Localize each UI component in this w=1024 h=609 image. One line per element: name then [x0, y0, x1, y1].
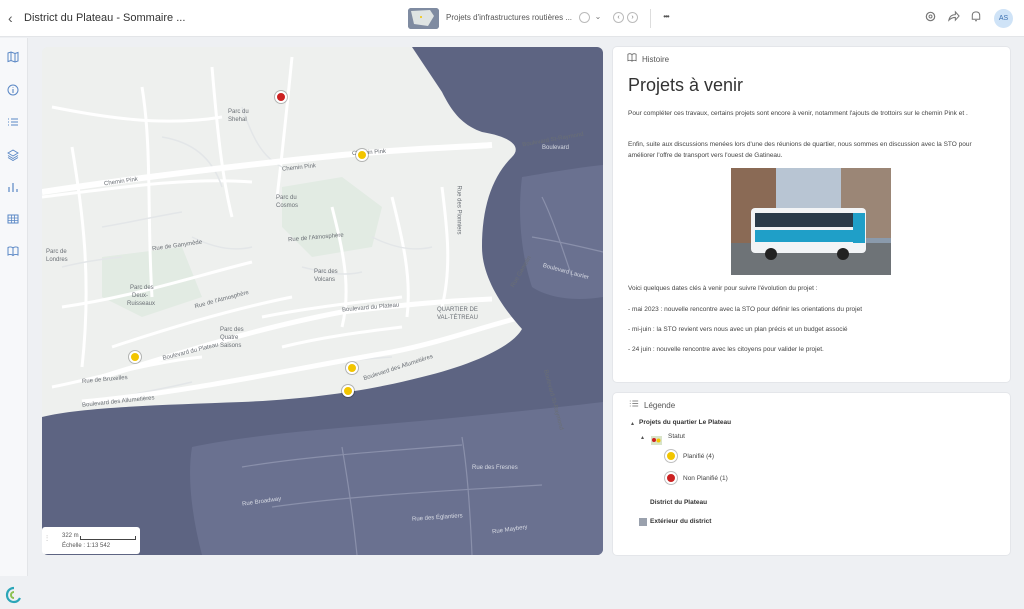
story-panel: Histoire Projets à venir Pour compléter …	[613, 47, 1010, 382]
collapse-caret-icon[interactable]: ▴	[631, 420, 634, 427]
story-paragraph: Pour compléter ces travaux, certains pro…	[628, 110, 968, 117]
legend-planifie-label: Planifié (4)	[683, 453, 715, 460]
statut-symbol-icon	[651, 432, 662, 445]
map-marker-planifie[interactable]	[356, 149, 368, 161]
top-bar: ‹ District du Plateau - Sommaire ... Pro…	[0, 0, 1024, 37]
list-icon[interactable]	[7, 115, 21, 129]
map-marker-planifie[interactable]	[129, 351, 141, 363]
legend-layer-label: Projets du quartier Le Plateau	[639, 419, 732, 426]
story-title: Projets d'infrastructures routières ...	[446, 13, 573, 22]
book-icon	[627, 53, 638, 64]
legend-non-planifie-label: Non Planifié (1)	[683, 475, 728, 482]
legend-header-label: Légende	[644, 401, 676, 410]
legend-list-icon	[629, 399, 640, 410]
scale-ratio: Échelle : 1:13 542	[62, 543, 111, 549]
story-book-icon[interactable]	[7, 244, 21, 258]
story-paragraph: Voici quelques dates clés à venir pour s…	[628, 285, 818, 292]
legend-statut-label: Statut	[668, 433, 685, 440]
story-thumbnail-image	[408, 8, 439, 29]
more-options-icon[interactable]: •••	[659, 10, 673, 24]
info-icon[interactable]	[7, 83, 21, 97]
map-canvas[interactable]	[42, 47, 603, 555]
status-circle-icon	[579, 12, 590, 23]
story-title-heading: Projets à venir	[628, 75, 744, 95]
exterieur-symbol-icon	[639, 518, 647, 526]
bus-photo-image	[731, 168, 891, 275]
chart-icon[interactable]	[7, 180, 21, 194]
scale-distance: 322 m	[62, 533, 79, 539]
layers-icon[interactable]	[7, 148, 21, 162]
app-title: District du Plateau - Sommaire ...	[24, 12, 186, 24]
map-marker-planifie[interactable]	[346, 362, 358, 374]
left-sidebar	[0, 38, 28, 604]
map-scale-bar: ⫶ 322 m Échelle : 1:13 542	[42, 527, 140, 554]
drag-handle-icon[interactable]: ⫶	[46, 534, 48, 544]
chevron-down-icon[interactable]: ⌄	[591, 10, 605, 24]
toolbar-divider	[650, 9, 651, 28]
story-paragraph: Enfin, suite aux discussions menées lors…	[628, 141, 972, 159]
story-header: Histoire	[627, 53, 669, 64]
story-thumbnail[interactable]	[408, 8, 439, 29]
story-bullet: - 24 juin : nouvelle rencontre avec les …	[628, 346, 824, 353]
back-chevron-icon[interactable]: ‹	[8, 11, 22, 25]
collapse-caret-icon[interactable]: ▴	[641, 434, 644, 441]
legend-exterieur-label: Extérieur du district	[650, 518, 712, 525]
planifie-symbol-icon	[665, 450, 677, 462]
previous-icon[interactable]: ‹	[613, 12, 624, 23]
share-icon[interactable]	[946, 10, 960, 24]
map-marker-planifie[interactable]	[342, 385, 354, 397]
story-header-label: Histoire	[642, 55, 670, 64]
app-logo-icon	[5, 586, 23, 604]
story-bullet: - mi-juin : la STO revient vers nous ave…	[628, 326, 848, 333]
scale-line	[80, 536, 136, 540]
notification-bell-icon[interactable]	[969, 10, 983, 24]
table-icon[interactable]	[7, 212, 21, 226]
legend-district-label: District du Plateau	[650, 499, 708, 506]
map-marker-non-planifie[interactable]	[275, 91, 287, 103]
settings-gear-icon[interactable]	[923, 10, 937, 24]
legend-header: Légende	[629, 399, 675, 410]
legend-panel: Légende ▴ Projets du quartier Le Plateau…	[613, 393, 1010, 555]
next-icon[interactable]: ›	[627, 12, 638, 23]
map-view[interactable]: Chemin Pink Chemin Pink Chemin Pink Boul…	[42, 47, 603, 555]
map-icon[interactable]	[7, 50, 21, 64]
non-planifie-symbol-icon	[665, 472, 677, 484]
user-avatar[interactable]: AS	[994, 9, 1013, 28]
story-bullet: - mai 2023 : nouvelle rencontre avec la …	[628, 306, 863, 313]
